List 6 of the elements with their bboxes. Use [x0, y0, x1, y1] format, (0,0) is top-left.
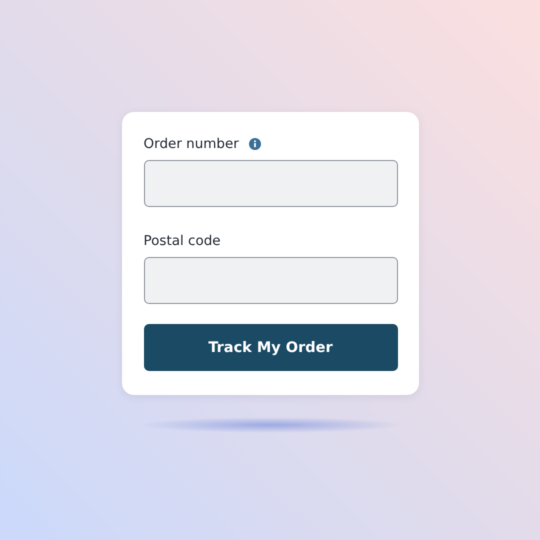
field-label: Order number: [144, 136, 239, 152]
input-field[interactable]: [144, 257, 398, 304]
input-field[interactable]: [144, 160, 398, 207]
track-order-button[interactable]: Track My Order: [144, 324, 398, 371]
info-icon[interactable]: [248, 138, 261, 150]
field-label: Postal code: [144, 233, 221, 249]
